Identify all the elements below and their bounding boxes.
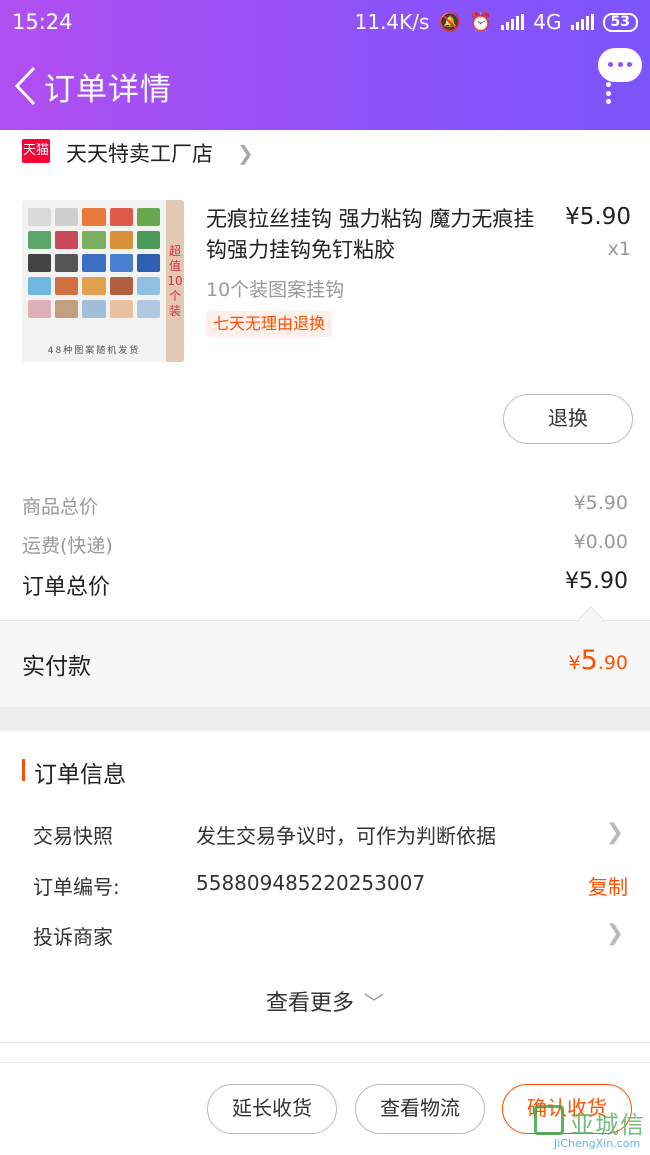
- status-icons: 11.4K/s 🔕 ⏰ 4G 53: [355, 10, 638, 34]
- watermark-text: 亚城信: [570, 1111, 645, 1139]
- product-thumbnail[interactable]: 超值10个装 48种图案随机发货: [22, 200, 184, 362]
- paid-amount-section: 实付款 ¥5.90: [0, 621, 650, 707]
- chevron-right-icon: ❯: [605, 820, 624, 845]
- return-policy-tag: 七天无理由退换: [206, 311, 333, 337]
- snapshot-row[interactable]: 交易快照 发生交易争议时，可作为判断依据 ❯: [33, 820, 628, 850]
- watermark-logo: [534, 1105, 564, 1135]
- signal-icon: [570, 14, 594, 30]
- thumbnail-pattern-grid: [28, 208, 160, 318]
- complaint-row[interactable]: 投诉商家 ❯: [33, 921, 628, 951]
- signal-icon: [501, 14, 525, 30]
- order-info-title: 订单信息: [34, 762, 126, 788]
- shipping-value: ¥0.00: [573, 531, 628, 553]
- tmall-badge: 天猫: [22, 139, 50, 163]
- chevron-right-icon: ❯: [237, 141, 254, 165]
- view-more-button[interactable]: 查看更多 ﹀: [0, 985, 650, 1017]
- order-number-value: 558809485220253007: [196, 871, 426, 895]
- mute-icon: 🔕: [438, 11, 461, 33]
- divider: [0, 1042, 650, 1043]
- view-logistics-button[interactable]: 查看物流: [355, 1084, 485, 1134]
- product-item[interactable]: 超值10个装 48种图案随机发货 无痕拉丝挂钩 强力粘钩 魔力无痕挂钩强力挂钩免…: [0, 190, 650, 380]
- order-number-row: 订单编号: 558809485220253007 复制: [33, 871, 628, 901]
- back-button[interactable]: [12, 64, 38, 108]
- order-total-value: ¥5.90: [565, 569, 628, 594]
- goods-total-label: 商品总价: [22, 496, 99, 518]
- message-bubble-button[interactable]: [598, 48, 642, 82]
- product-spec: 10个装图案挂钩: [206, 279, 345, 301]
- chevron-down-icon: ﹀: [364, 991, 384, 1015]
- network-speed: 11.4K/s: [354, 10, 430, 34]
- product-price: ¥5.90: [565, 204, 631, 230]
- product-title: 无痕拉丝挂钩 强力粘钩 魔力无痕挂钩强力挂钩免钉粘胶: [206, 207, 535, 262]
- order-total-row: 订单总价 ¥5.90: [22, 569, 628, 601]
- divider: [0, 1062, 650, 1063]
- order-total-label: 订单总价: [22, 575, 111, 600]
- section-gap: [0, 707, 650, 731]
- chevron-right-icon: ❯: [605, 921, 624, 946]
- product-quantity: x1: [607, 238, 631, 260]
- thumbnail-side-text: 超值10个装: [167, 244, 183, 318]
- status-time: 15:24: [12, 10, 73, 34]
- shop-row[interactable]: 天猫 天天特卖工厂店 ❯: [0, 130, 650, 174]
- battery-indicator: 53: [602, 12, 638, 32]
- paid-integer: 5: [580, 645, 598, 676]
- shop-name: 天天特卖工厂店: [66, 142, 213, 166]
- heading-accent-bar: [22, 759, 25, 781]
- copy-button[interactable]: 复制: [588, 871, 628, 900]
- site-watermark: 亚城信 JiChengXin.com: [534, 1105, 646, 1151]
- paid-amount-label: 实付款: [22, 654, 91, 680]
- more-dots-icon[interactable]: [606, 82, 612, 104]
- view-more-label: 查看更多: [265, 991, 354, 1016]
- snapshot-label: 交易快照: [33, 824, 113, 848]
- goods-total-value: ¥5.90: [573, 492, 628, 514]
- snapshot-desc: 发生交易争议时，可作为判断依据: [196, 824, 496, 848]
- paid-decimal: .90: [597, 652, 628, 674]
- paid-currency: ¥: [568, 652, 581, 674]
- chevron-left-icon: [14, 66, 36, 106]
- shipping-label: 运费(快递): [22, 535, 113, 557]
- complaint-label: 投诉商家: [33, 925, 113, 949]
- watermark-url: JiChengXin.com: [554, 1137, 641, 1150]
- network-type: 4G: [533, 10, 562, 34]
- chat-icon: [608, 62, 632, 68]
- thumbnail-caption: 48种图案随机发货: [47, 346, 141, 356]
- header-bar: 15:24 11.4K/s 🔕 ⏰ 4G 53 订单详情: [0, 0, 650, 130]
- paid-amount-value: ¥5.90: [569, 645, 629, 676]
- extend-receipt-button[interactable]: 延长收货: [207, 1084, 337, 1134]
- page-title: 订单详情: [44, 72, 172, 108]
- goods-total-row: 商品总价 ¥5.90: [22, 492, 628, 520]
- order-number-label: 订单编号:: [33, 875, 120, 899]
- shipping-row: 运费(快递) ¥0.00: [22, 531, 628, 559]
- alarm-icon: ⏰: [469, 11, 493, 33]
- refund-button[interactable]: 退换: [503, 394, 633, 444]
